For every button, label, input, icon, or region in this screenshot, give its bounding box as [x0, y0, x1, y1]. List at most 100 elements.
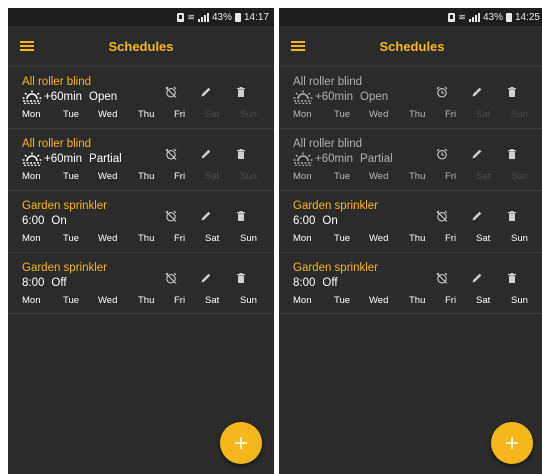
- hamburger-menu-icon[interactable]: [291, 41, 305, 51]
- schedule-list: All roller blind +60min Open Mon Tue Wed Thu Fr…: [8, 66, 274, 314]
- weekday-tue: Tue: [334, 171, 351, 182]
- page-title: Schedules: [379, 38, 445, 54]
- weekday-sat: Sat: [476, 109, 491, 120]
- status-bar: ≋ 43% 14:25: [279, 8, 542, 26]
- weekday-thu: Thu: [409, 171, 426, 182]
- weekday-thu: Thu: [138, 233, 155, 244]
- battery-percent: 43%: [482, 11, 503, 23]
- weekday-sun: Sun: [511, 295, 528, 306]
- toggle-alarm-button[interactable]: [436, 210, 448, 222]
- weekday-sat: Sat: [476, 171, 491, 182]
- schedule-item[interactable]: Garden sprinkler 8:00 Off Mon Tue Wed Thu Fri Sa…: [8, 252, 274, 314]
- schedule-item[interactable]: Garden sprinkler 8:00 Off Mon Tue Wed Thu Fri Sa…: [279, 252, 542, 314]
- weekday-fri: Fri: [174, 171, 186, 182]
- toggle-alarm-button[interactable]: [165, 210, 177, 222]
- edit-button[interactable]: [200, 272, 212, 284]
- toggle-alarm-button[interactable]: [436, 272, 448, 284]
- delete-button[interactable]: [235, 210, 247, 222]
- weekday-tue: Tue: [334, 233, 351, 244]
- schedule-time: 8:00: [293, 277, 316, 289]
- page-title: Schedules: [108, 38, 174, 54]
- weekday-tue: Tue: [63, 109, 80, 120]
- weekday-row: Mon Tue Wed Thu Fri Sat Sun: [22, 109, 260, 121]
- schedule-item[interactable]: All roller blind +60min Open Mon Tue Wed Thu Fr…: [8, 66, 274, 128]
- item-actions: [165, 210, 245, 224]
- schedule-action: Open: [360, 91, 389, 103]
- weekday-row: Mon Tue Wed Thu Fri Sat Sun: [22, 171, 260, 183]
- schedule-time: +60min: [315, 153, 354, 165]
- edit-button[interactable]: [471, 210, 483, 222]
- hamburger-menu-icon[interactable]: [20, 41, 34, 51]
- signal-icon: [468, 12, 480, 22]
- trash-icon: [237, 87, 245, 97]
- edit-button[interactable]: [471, 86, 483, 98]
- edit-button[interactable]: [471, 148, 483, 160]
- alarm-off-icon: [436, 272, 448, 284]
- schedule-list: All roller blind +60min Open Mon Tue Wed Thu Fr…: [279, 66, 542, 314]
- weekday-fri: Fri: [174, 109, 186, 120]
- delete-button[interactable]: [506, 272, 518, 284]
- add-schedule-button[interactable]: [220, 422, 262, 464]
- item-actions: [165, 148, 245, 162]
- weekday-fri: Fri: [445, 295, 457, 306]
- weekday-thu: Thu: [138, 109, 155, 120]
- trash-icon: [508, 87, 516, 97]
- delete-button[interactable]: [235, 86, 247, 98]
- edit-button[interactable]: [471, 272, 483, 284]
- pencil-icon: [472, 273, 482, 283]
- weekday-mon: Mon: [293, 109, 312, 120]
- phone-screen-right: ≋ 43% 14:25 Schedules All roller blind +6…: [279, 8, 542, 474]
- weekday-wed: Wed: [98, 109, 118, 120]
- trash-icon: [508, 211, 516, 221]
- weekday-sun: Sun: [511, 233, 528, 244]
- toggle-alarm-button[interactable]: [436, 148, 448, 160]
- delete-button[interactable]: [506, 210, 518, 222]
- schedule-time: +60min: [44, 91, 83, 103]
- toggle-alarm-button[interactable]: [165, 272, 177, 284]
- signal-icon: [197, 12, 209, 22]
- add-schedule-button[interactable]: [491, 422, 533, 464]
- toggle-alarm-button[interactable]: [436, 86, 448, 98]
- alarm-off-icon: [165, 86, 177, 98]
- weekday-thu: Thu: [138, 295, 155, 306]
- delete-button[interactable]: [506, 148, 518, 160]
- weekday-sun: Sun: [240, 233, 257, 244]
- app-bar: Schedules: [8, 26, 274, 66]
- weekday-sun: Sun: [240, 109, 257, 120]
- weekday-mon: Mon: [22, 171, 41, 182]
- delete-button[interactable]: [235, 272, 247, 284]
- weekday-wed: Wed: [369, 109, 389, 120]
- item-actions: [436, 272, 516, 286]
- schedule-action: On: [51, 215, 67, 227]
- delete-button[interactable]: [506, 86, 518, 98]
- toggle-alarm-button[interactable]: [165, 148, 177, 160]
- schedule-action: Partial: [360, 153, 393, 165]
- schedule-item[interactable]: Garden sprinkler 6:00 On Mon Tue Wed Thu Fri Sat…: [8, 190, 274, 252]
- edit-button[interactable]: [200, 210, 212, 222]
- sunrise-icon: [293, 90, 313, 104]
- plus-icon: [235, 437, 247, 449]
- weekday-sat: Sat: [205, 295, 220, 306]
- sunrise-icon: [22, 152, 42, 166]
- schedule-item[interactable]: Garden sprinkler 6:00 On Mon Tue Wed Thu Fri Sat…: [279, 190, 542, 252]
- schedule-item[interactable]: All roller blind +60min Partial Mon Tue Wed Th…: [279, 128, 542, 190]
- weekday-mon: Mon: [22, 295, 41, 306]
- item-actions: [165, 86, 245, 100]
- schedule-item[interactable]: All roller blind +60min Partial Mon Tue Wed Th…: [8, 128, 274, 190]
- sunrise-icon: [293, 152, 313, 166]
- item-actions: [436, 210, 516, 224]
- weekday-wed: Wed: [98, 171, 118, 182]
- edit-button[interactable]: [200, 86, 212, 98]
- pencil-icon: [201, 211, 211, 221]
- delete-button[interactable]: [235, 148, 247, 160]
- wifi-icon: ≋: [187, 11, 195, 22]
- weekday-mon: Mon: [293, 171, 312, 182]
- schedule-item[interactable]: All roller blind +60min Open Mon Tue Wed Thu Fr…: [279, 66, 542, 128]
- wifi-icon: ≋: [458, 11, 466, 22]
- trash-icon: [237, 149, 245, 159]
- weekday-row: Mon Tue Wed Thu Fri Sat Sun: [293, 109, 531, 121]
- toggle-alarm-button[interactable]: [165, 86, 177, 98]
- weekday-tue: Tue: [63, 233, 80, 244]
- edit-button[interactable]: [200, 148, 212, 160]
- weekday-fri: Fri: [445, 233, 457, 244]
